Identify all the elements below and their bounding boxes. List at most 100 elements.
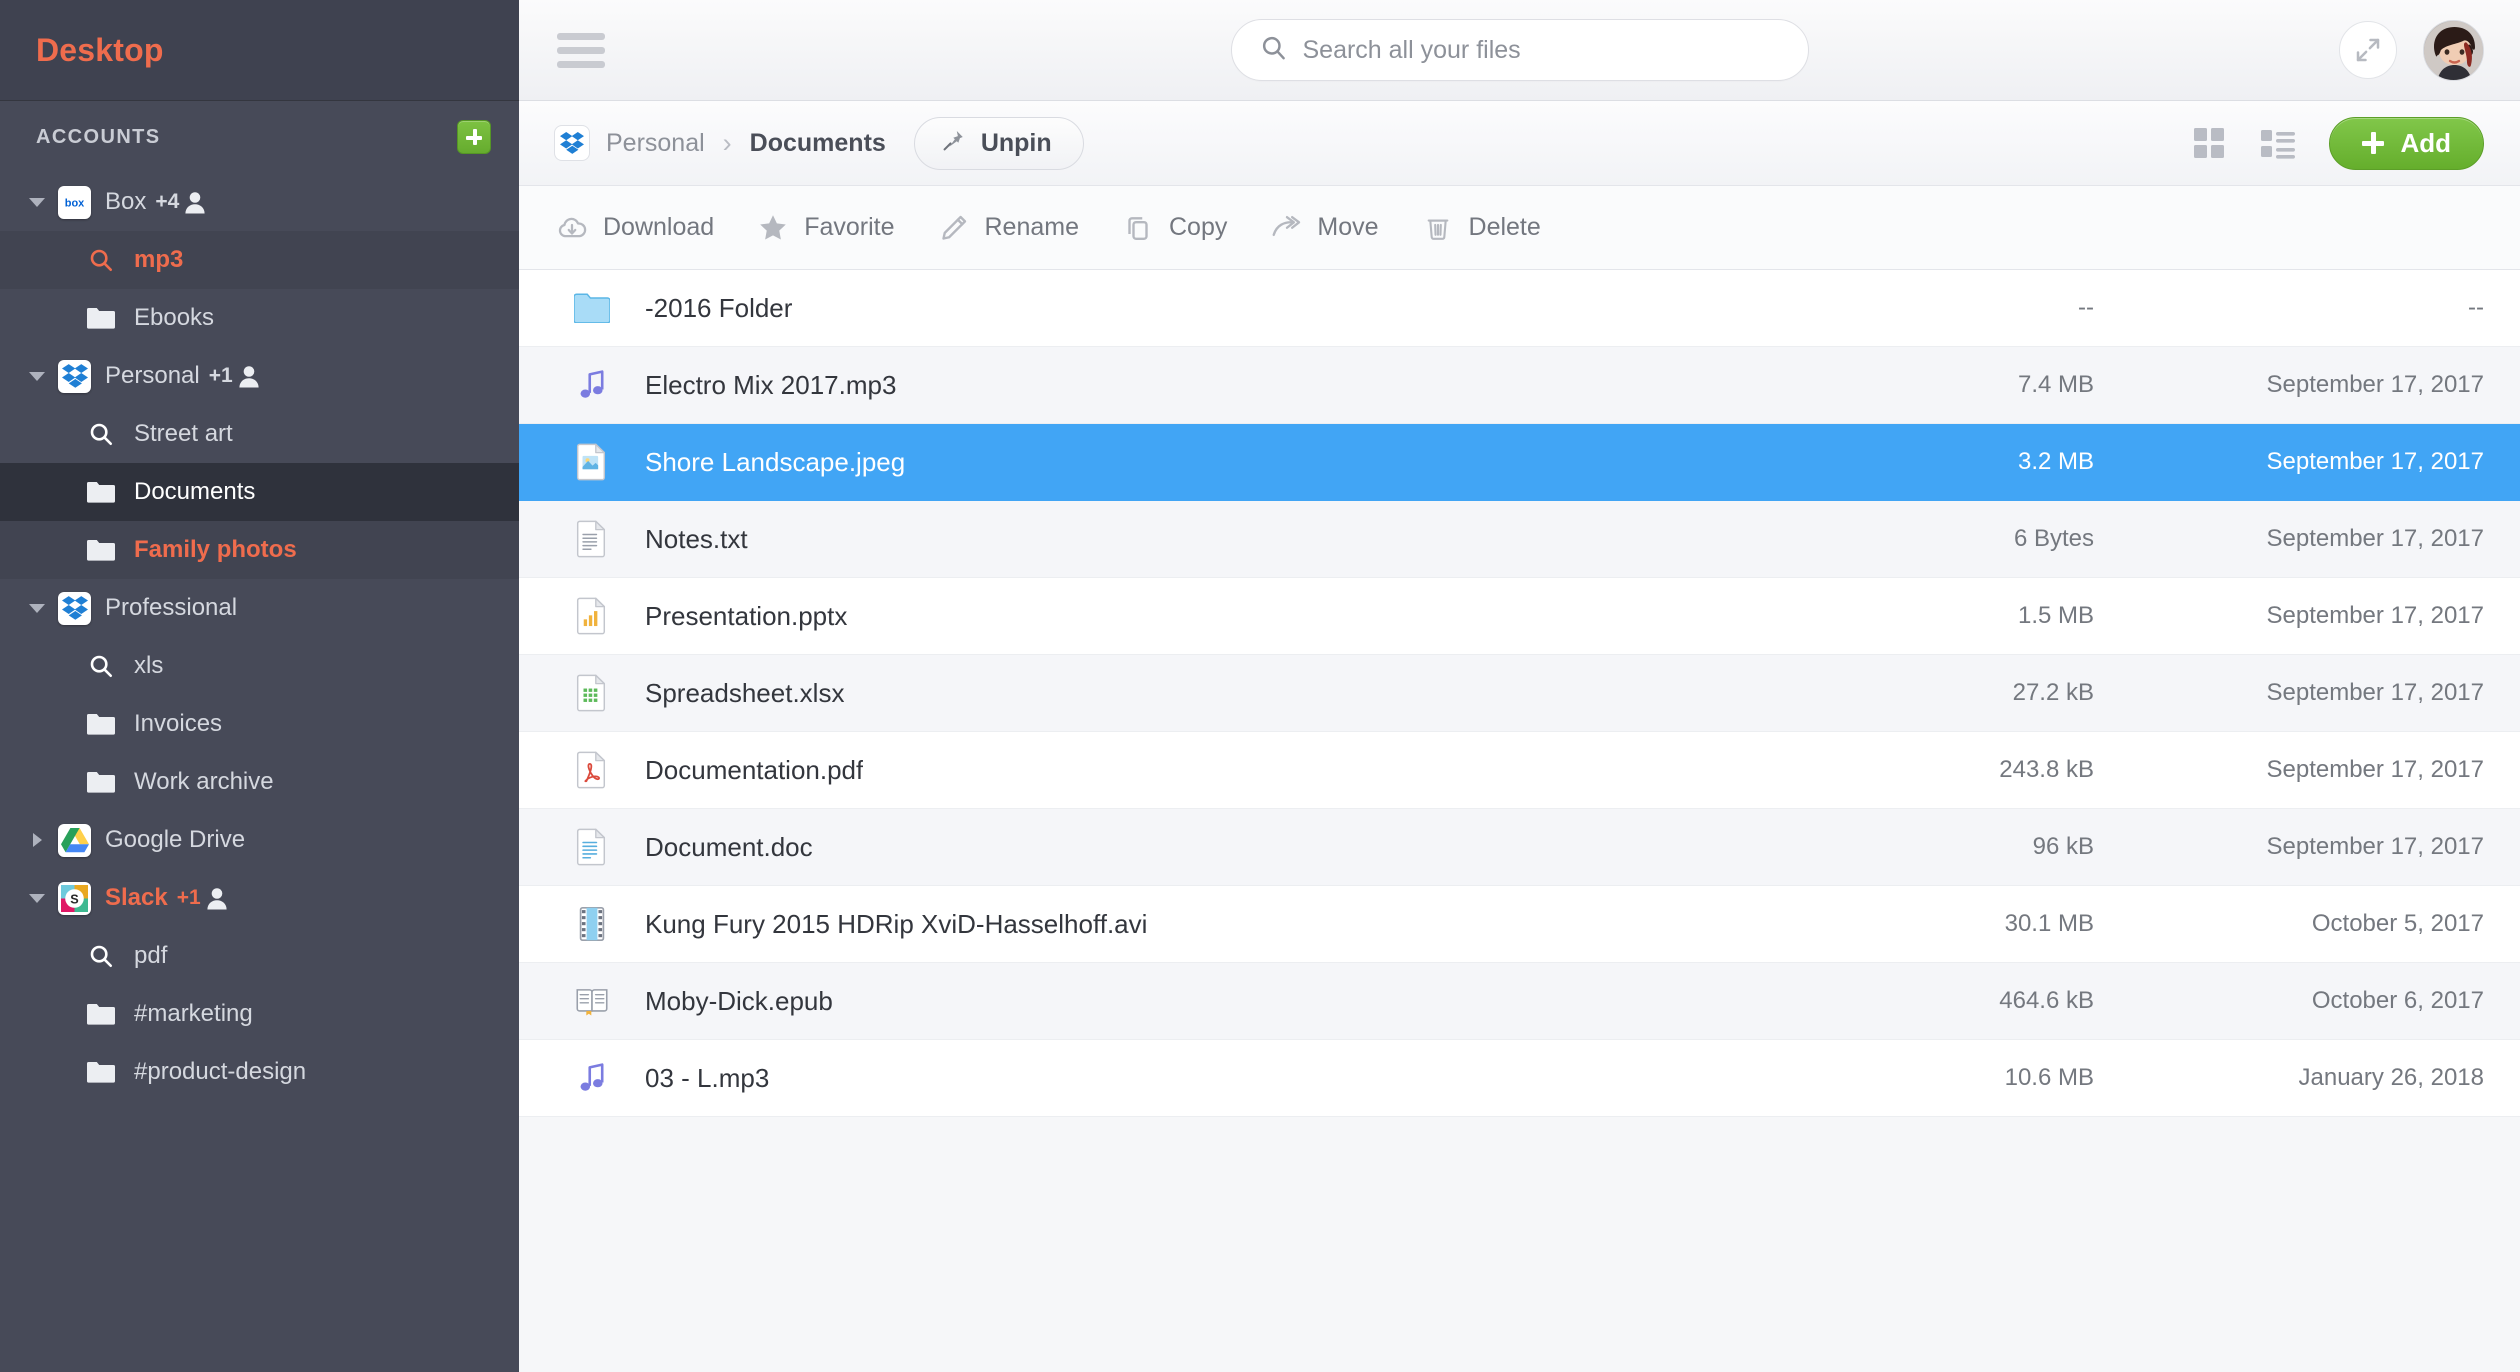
ppt-file-icon [571, 597, 613, 635]
sidebar-item-documents[interactable]: Documents [0, 463, 519, 521]
action-delete[interactable]: Delete [1421, 213, 1541, 243]
sidebar-account-google-drive[interactable]: Google Drive [0, 811, 519, 869]
add-button-label: Add [2400, 127, 2451, 158]
search-box[interactable] [1230, 19, 1809, 81]
breadcrumb-item-documents[interactable]: Documents [750, 129, 886, 158]
file-row[interactable]: Spreadsheet.xlsx 27.2 kB September 17, 201… [519, 655, 2520, 732]
chevron-down-icon[interactable] [24, 603, 50, 613]
folder-icon [86, 481, 116, 503]
sidebar-account-box[interactable]: box Box +4 [0, 173, 519, 231]
file-row[interactable]: Documentation.pdf 243.8 kB September 17, 2… [519, 732, 2520, 809]
sidebar-item-mp3[interactable]: mp3 [0, 231, 519, 289]
sidebar-item-label: Documents [134, 478, 256, 505]
sidebar-item-marketing[interactable]: #marketing [0, 985, 519, 1043]
add-account-button[interactable] [457, 120, 491, 154]
file-row[interactable]: Presentation.pptx 1.5 MB September 17, 201… [519, 578, 2520, 655]
sidebar-item-product-design[interactable]: #product-design [0, 1043, 519, 1101]
action-toolbar: Download Favorite Rename Copy Move Delete [519, 186, 2520, 270]
sidebar-account-slack[interactable]: S Slack +1 [0, 869, 519, 927]
list-view-icon[interactable] [2259, 125, 2297, 161]
chevron-down-icon[interactable] [24, 893, 50, 903]
account-extra-count: +1 [176, 886, 201, 909]
file-row[interactable]: Shore Landscape.jpeg 3.2 MB September 17, … [519, 424, 2520, 501]
file-row[interactable]: Notes.txt 6 Bytes September 17, 2017 [519, 501, 2520, 578]
sidebar-account-professional[interactable]: Professional [0, 579, 519, 637]
breadcrumb-item-personal[interactable]: Personal [606, 129, 705, 158]
sidebar-item-label: xls [134, 652, 164, 679]
file-name: Document.doc [645, 831, 813, 862]
sidebar-item-label: pdf [134, 942, 168, 969]
sidebar-item-label: Street art [134, 420, 233, 447]
file-name: Moby-Dick.epub [645, 985, 833, 1016]
action-copy[interactable]: Copy [1121, 213, 1227, 243]
sidebar-item-street-art[interactable]: Street art [0, 405, 519, 463]
accounts-label: ACCOUNTS [36, 125, 161, 148]
chevron-down-icon[interactable] [24, 197, 50, 207]
dropbox-icon [58, 591, 91, 625]
file-size: 1.5 MB [2017, 602, 2094, 629]
file-modified-date: -- [2468, 294, 2484, 321]
folder-icon [86, 771, 116, 793]
file-list: -2016 Folder -- -- Electro Mix 2017.mp3 7.4 … [519, 270, 2520, 1372]
sidebar-account-personal[interactable]: Personal +1 [0, 347, 519, 405]
file-row[interactable]: 03 - L.mp3 10.6 MB January 26, 2018 [519, 1040, 2520, 1117]
hamburger-icon[interactable] [557, 32, 605, 68]
audio-file-icon [571, 1061, 613, 1095]
file-name: Shore Landscape.jpeg [645, 446, 906, 477]
file-row[interactable]: -2016 Folder -- -- [519, 270, 2520, 347]
accounts-section-header: ACCOUNTS [0, 101, 519, 173]
file-row[interactable]: Moby-Dick.epub 464.6 kB October 6, 2017 [519, 963, 2520, 1040]
search-input[interactable] [1302, 35, 1808, 65]
app-title: Desktop [36, 31, 164, 68]
folder-file-icon [571, 293, 613, 323]
file-modified-date: September 17, 2017 [2266, 371, 2485, 398]
action-move[interactable]: Move [1269, 213, 1379, 243]
pencil-icon [937, 213, 971, 243]
file-name: Presentation.pptx [645, 600, 848, 631]
sidebar: Desktop ACCOUNTS box Box +4 mp3 Ebooks Person… [0, 0, 519, 1372]
file-row[interactable]: Electro Mix 2017.mp3 7.4 MB September 17, … [519, 347, 2520, 424]
file-size: 96 kB [2032, 833, 2094, 860]
unpin-button[interactable]: Unpin [913, 116, 1084, 170]
file-row[interactable]: Kung Fury 2015 HDRip XviD-Hasselhoff.avi… [519, 886, 2520, 963]
avatar[interactable] [2423, 19, 2484, 81]
breadcrumb-bar: Personal › Documents Unpin Add [519, 101, 2520, 186]
sidebar-item-label: Ebooks [134, 304, 215, 331]
search-icon [86, 247, 116, 273]
file-size: 3.2 MB [2017, 448, 2094, 475]
sidebar-item-ebooks[interactable]: Ebooks [0, 289, 519, 347]
add-button[interactable]: Add [2329, 116, 2484, 170]
file-row[interactable]: Document.doc 96 kB September 17, 2017 [519, 809, 2520, 886]
file-modified-date: October 6, 2017 [2311, 987, 2484, 1014]
action-label: Favorite [804, 213, 895, 241]
sidebar-item-family-photos[interactable]: Family photos [0, 521, 519, 579]
sidebar-item-invoices[interactable]: Invoices [0, 695, 519, 753]
action-favorite[interactable]: Favorite [756, 212, 895, 244]
view-controls: Add [2191, 116, 2484, 170]
file-modified-date: September 17, 2017 [2266, 833, 2485, 860]
folder-icon [86, 1061, 116, 1083]
svg-text:box: box [65, 197, 85, 209]
copy-icon [1121, 213, 1155, 243]
breadcrumb-separator: › [722, 127, 732, 158]
action-download[interactable]: Download [555, 213, 714, 243]
chevron-down-icon[interactable] [24, 371, 50, 381]
chevron-right-icon[interactable] [24, 833, 50, 847]
expand-arrows-icon[interactable] [2339, 21, 2397, 79]
sidebar-item-label: Google Drive [105, 826, 246, 853]
sidebar-item-pdf[interactable]: pdf [0, 927, 519, 985]
sidebar-item-xls[interactable]: xls [0, 637, 519, 695]
grid-view-icon[interactable] [2191, 125, 2227, 161]
file-name: Documentation.pdf [645, 754, 864, 785]
file-size: 243.8 kB [1999, 756, 2094, 783]
sidebar-item-work-archive[interactable]: Work archive [0, 753, 519, 811]
file-size: 6 Bytes [2013, 525, 2094, 552]
pdf-file-icon [571, 751, 613, 789]
action-rename[interactable]: Rename [937, 213, 1079, 243]
trash-icon [1421, 213, 1455, 243]
file-modified-date: September 17, 2017 [2266, 525, 2485, 552]
sidebar-item-label: Box [105, 188, 147, 215]
file-name: Spreadsheet.xlsx [645, 677, 845, 708]
sidebar-item-label: Personal [105, 362, 200, 389]
file-name: Kung Fury 2015 HDRip XviD-Hasselhoff.avi [645, 908, 1148, 939]
